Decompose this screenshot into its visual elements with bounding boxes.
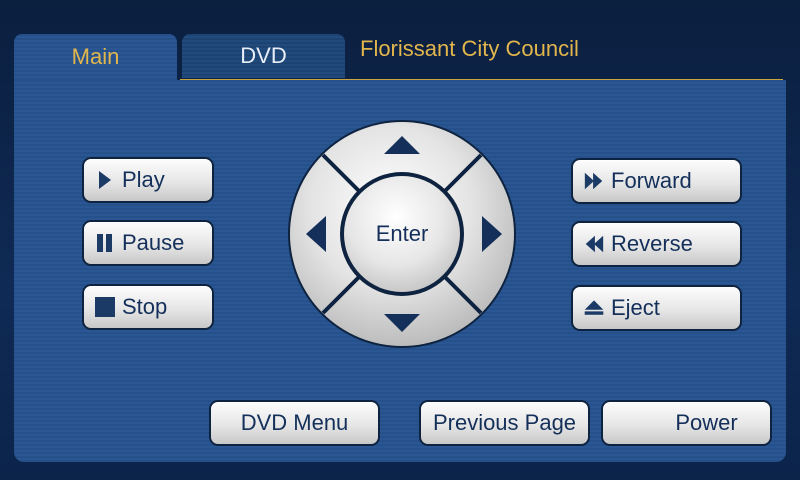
tab-main-label: Main [71,44,120,69]
play-icon [94,169,116,191]
eject-label: Eject [611,295,660,320]
previous-page-label: Previous Page [432,410,577,435]
eject-button[interactable]: Eject [571,285,742,331]
direction-pad: Enter [286,118,518,350]
dvd-menu-label: DVD Menu [240,410,349,435]
pause-icon [94,232,116,254]
power-label: Power [675,410,738,435]
enter-button[interactable] [344,176,460,292]
tab-dvd-label: DVD [240,43,287,68]
pause-label: Pause [122,230,185,255]
power-button[interactable]: Power [601,400,772,446]
reverse-button[interactable]: Reverse [571,221,742,267]
forward-label: Forward [611,168,692,193]
previous-page-button[interactable]: Previous Page [419,400,590,446]
fast-forward-icon [583,170,605,192]
play-label: Play [122,167,165,192]
forward-button[interactable]: Forward [571,158,742,204]
page-title: Florissant City Council [360,36,579,61]
reverse-label: Reverse [611,231,693,256]
stop-icon [94,296,116,318]
play-button[interactable]: Play [82,157,214,203]
dvd-menu-button[interactable]: DVD Menu [209,400,380,446]
rewind-icon [583,233,605,255]
eject-icon [583,297,605,319]
stop-label: Stop [122,294,168,319]
tab-main[interactable]: Main [14,34,177,80]
pause-button[interactable]: Pause [82,220,214,266]
stop-button[interactable]: Stop [82,284,214,330]
tab-dvd[interactable]: DVD [182,34,345,78]
